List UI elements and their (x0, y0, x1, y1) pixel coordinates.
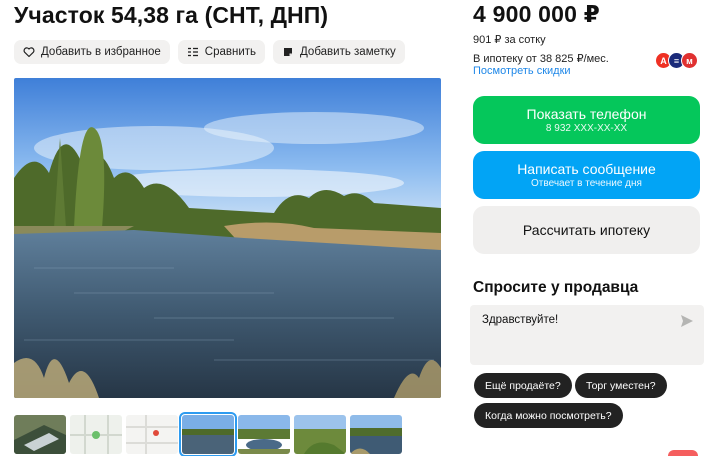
phone-masked: 8 932 XXX-XX-XX (545, 122, 628, 134)
note-label: Добавить заметку (300, 46, 396, 58)
thumbnail[interactable] (294, 415, 346, 454)
show-phone-label: Показать телефон (526, 105, 647, 122)
write-message-button[interactable]: Написать сообщение Отвечает в течение дн… (473, 151, 700, 199)
quick-question-viewing[interactable]: Когда можно посмотреть? (474, 403, 623, 428)
quick-question-bargain[interactable]: Торг уместен? (575, 373, 667, 398)
ask-seller-title: Спросите у продавца (473, 279, 639, 296)
thumbnail[interactable] (126, 415, 178, 454)
compare-icon (187, 46, 199, 58)
heart-icon (23, 46, 35, 58)
calculate-mortgage-label: Рассчитать ипотеку (522, 221, 651, 238)
view-discounts-link[interactable]: Посмотреть скидки (473, 65, 571, 77)
mortgage-payment: В ипотеку от 38 825 ₽/мес. (473, 53, 609, 65)
thumbnail[interactable] (70, 415, 122, 454)
photo-thumbnails (14, 412, 402, 456)
bank-logos: А ≡ м (655, 52, 698, 69)
thumbnail[interactable] (238, 415, 290, 454)
write-message-label: Написать сообщение (517, 160, 656, 177)
listing-actions: Добавить в избранное Сравнить Добавить з… (14, 40, 405, 64)
price-per-unit: 901 ₽ за сотку (473, 34, 546, 46)
quick-question-still-selling[interactable]: Ещё продаёте? (474, 373, 572, 398)
favorites-label: Добавить в избранное (41, 46, 161, 58)
listing-title: Участок 54,38 га (СНТ, ДНП) (14, 2, 329, 28)
note-icon (282, 46, 294, 58)
add-note-button[interactable]: Добавить заметку (273, 40, 405, 64)
floating-badge[interactable] (668, 450, 698, 456)
calculate-mortgage-button[interactable]: Рассчитать ипотеку (473, 206, 700, 254)
message-text: Здравствуйте! (482, 314, 559, 326)
reply-time: Отвечает в течение дня (531, 177, 642, 189)
thumbnail[interactable] (14, 415, 66, 454)
main-photo[interactable] (14, 78, 441, 398)
show-phone-button[interactable]: Показать телефон 8 932 XXX-XX-XX (473, 96, 700, 144)
bank-icon-2: м (681, 52, 698, 69)
thumbnail[interactable] (350, 415, 402, 454)
send-icon[interactable] (680, 314, 694, 328)
message-input[interactable]: Здравствуйте! (470, 305, 704, 365)
thumbnail-active[interactable] (179, 412, 237, 456)
compare-button[interactable]: Сравнить (177, 40, 266, 64)
add-to-favorites-button[interactable]: Добавить в избранное (14, 40, 170, 64)
price: 4 900 000 ₽ (473, 1, 600, 27)
compare-label: Сравнить (204, 46, 257, 58)
